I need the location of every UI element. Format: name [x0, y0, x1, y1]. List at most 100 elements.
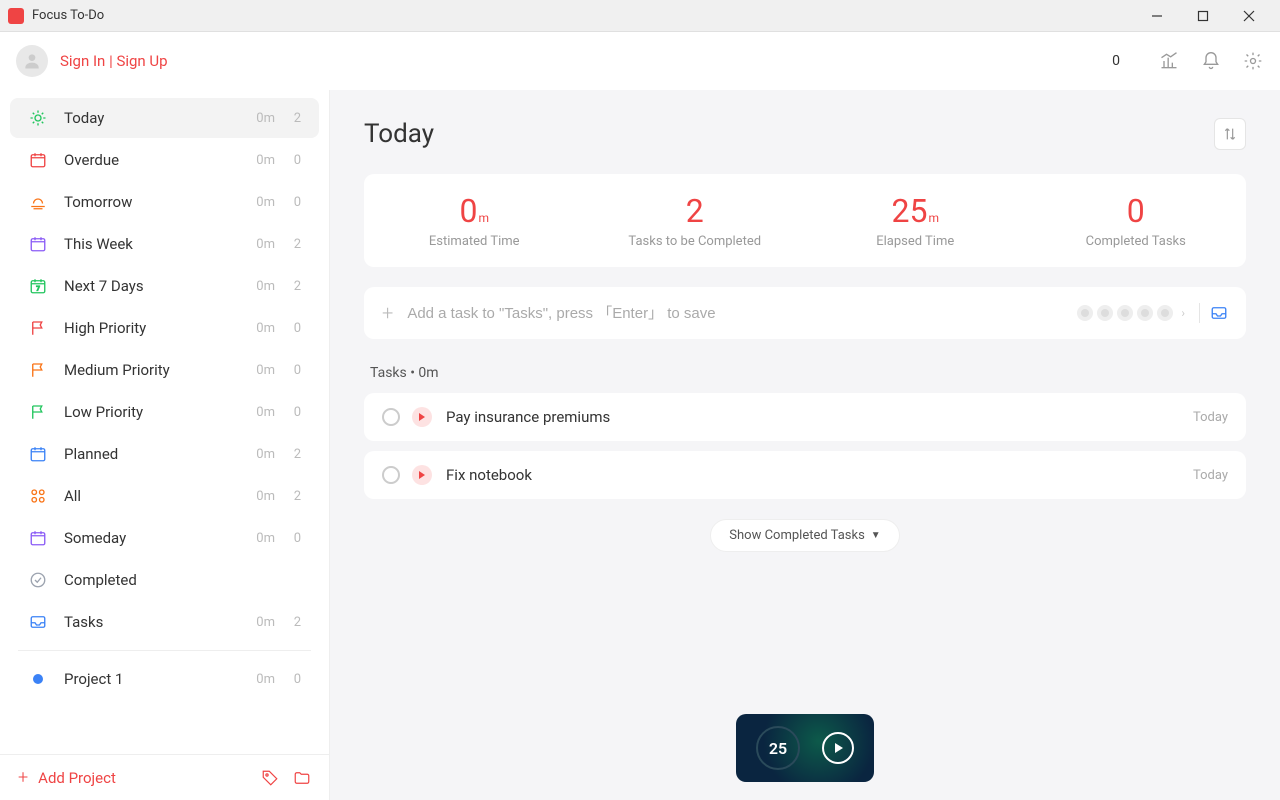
- stat-label: Tasks to be Completed: [585, 234, 806, 249]
- sidebar-item-count: 2: [287, 615, 301, 630]
- stat-tasks-to-be-completed: 2Tasks to be Completed: [585, 192, 806, 249]
- inbox-icon[interactable]: [1210, 304, 1228, 322]
- pomodoro-estimate[interactable]: ›: [1077, 305, 1189, 321]
- task-play-button[interactable]: [412, 407, 432, 427]
- app-header: Sign In | Sign Up 0: [0, 32, 1280, 90]
- maximize-button[interactable]: [1180, 0, 1226, 32]
- sidebar-item-low-priority[interactable]: Low Priority 0m 0: [10, 392, 319, 432]
- task-checkbox[interactable]: [382, 408, 400, 426]
- flag-icon: [28, 402, 48, 422]
- sidebar-item-tasks[interactable]: Tasks0m2: [10, 602, 319, 642]
- sidebar-item-completed[interactable]: Completed: [10, 560, 319, 600]
- sidebar-item-meta: 0m: [249, 363, 275, 378]
- stats-icon[interactable]: [1158, 50, 1180, 72]
- sidebar-item-label: Planned: [64, 445, 241, 463]
- sidebar-item-overdue[interactable]: Overdue 0m 0: [10, 140, 319, 180]
- sidebar-item-count: 0: [287, 531, 301, 546]
- sidebar-item-count: 0: [287, 405, 301, 420]
- gear-icon[interactable]: [1242, 50, 1264, 72]
- stat-label: Elapsed Time: [805, 234, 1026, 249]
- sidebar-item-count: 2: [287, 279, 301, 294]
- sidebar-item-meta: 0m: [249, 447, 275, 462]
- sidebar-item-count: 0: [287, 321, 301, 336]
- stat-value: 25m: [805, 192, 1026, 230]
- sidebar-item-high-priority[interactable]: High Priority0m0: [10, 308, 319, 348]
- sidebar-item-count: 0: [287, 153, 301, 168]
- sidebar-item-today[interactable]: Today0m2: [10, 98, 319, 138]
- sidebar-item-count: 2: [287, 237, 301, 252]
- task-name: Fix notebook: [446, 466, 1193, 484]
- sidebar-item-label: Today: [64, 109, 241, 127]
- task-checkbox[interactable]: [382, 466, 400, 484]
- sidebar-item-medium-priority[interactable]: Medium Priority0m0: [10, 350, 319, 390]
- stat-value: 0: [1026, 192, 1247, 230]
- sidebar-item-label: All: [64, 487, 241, 505]
- sidebar-item-meta: 0m: [249, 615, 275, 630]
- add-project-button[interactable]: + Add Project: [18, 767, 116, 788]
- calendar-icon: [28, 528, 48, 548]
- sidebar-item-all[interactable]: All0m2: [10, 476, 319, 516]
- folder-icon[interactable]: [293, 769, 311, 787]
- sidebar-item-meta: 0m: [249, 153, 275, 168]
- avatar[interactable]: [16, 45, 48, 77]
- signin-link[interactable]: Sign In | Sign Up: [60, 52, 168, 70]
- sort-button[interactable]: [1214, 118, 1246, 150]
- task-row[interactable]: Pay insurance premiumsToday: [364, 393, 1246, 441]
- stat-label: Completed Tasks: [1026, 234, 1247, 249]
- sidebar-item-meta: 0m: [249, 321, 275, 336]
- sidebar-item-meta: 0m: [249, 237, 275, 252]
- sidebar-item-label: Completed: [64, 571, 301, 589]
- sidebar: Today0m2Overdue0m0Tomorrow0m0This Week0m…: [0, 90, 330, 800]
- minimize-button[interactable]: [1134, 0, 1180, 32]
- header-count: 0: [1112, 53, 1120, 69]
- sidebar-item-meta: 0m: [249, 195, 275, 210]
- window-title: Focus To-Do: [32, 8, 104, 23]
- app-icon: [8, 8, 24, 24]
- sidebar-item-this-week[interactable]: This Week0m2: [10, 224, 319, 264]
- sidebar-project[interactable]: Project 10m0: [10, 659, 319, 699]
- add-task-input[interactable]: [407, 305, 1067, 322]
- sidebar-item-label: Next 7 Days: [64, 277, 241, 295]
- timer-play-button[interactable]: [822, 732, 854, 764]
- bell-icon[interactable]: [1200, 50, 1222, 72]
- sidebar-item-meta: 0m: [249, 531, 275, 546]
- flag-icon: [28, 318, 48, 338]
- sidebar-item-label: Medium Priority: [64, 361, 241, 379]
- sidebar-item-planned[interactable]: Planned0m2: [10, 434, 319, 474]
- stat-completed-tasks: 0 Completed Tasks: [1026, 192, 1247, 249]
- caret-down-icon: ▼: [871, 530, 881, 541]
- sidebar-item-label: Low Priority: [64, 403, 241, 421]
- close-button[interactable]: [1226, 0, 1272, 32]
- sidebar-item-count: 2: [287, 111, 301, 126]
- section-title: Tasks • 0m: [364, 365, 1246, 381]
- calendar-icon: [28, 150, 48, 170]
- calendar-icon: [28, 444, 48, 464]
- chevron-right-icon: ›: [1181, 306, 1185, 320]
- task-row[interactable]: Fix notebookToday: [364, 451, 1246, 499]
- show-completed-button[interactable]: Show Completed Tasks ▼: [710, 519, 899, 552]
- calendar7-icon: 7: [28, 276, 48, 296]
- inbox-icon: [28, 612, 48, 632]
- sidebar-item-next-7-days[interactable]: 7Next 7 Days0m2: [10, 266, 319, 306]
- stat-elapsed-time: 25m Elapsed Time: [805, 192, 1026, 249]
- sidebar-item-label: Someday: [64, 529, 241, 547]
- plus-icon: +: [382, 301, 393, 325]
- sidebar-item-meta: 0m: [249, 405, 275, 420]
- timer-widget[interactable]: 25: [736, 714, 874, 782]
- stat-estimated-time: 0mEstimated Time: [364, 192, 585, 249]
- sidebar-item-meta: 0m: [249, 672, 275, 687]
- sunset-icon: [28, 192, 48, 212]
- flag-icon: [28, 360, 48, 380]
- stat-label: Estimated Time: [364, 234, 585, 249]
- sidebar-item-tomorrow[interactable]: Tomorrow0m0: [10, 182, 319, 222]
- main-panel: Today 0mEstimated Time2Tasks to be Compl…: [330, 90, 1280, 800]
- tag-icon[interactable]: [261, 769, 279, 787]
- sidebar-item-someday[interactable]: Someday 0m 0: [10, 518, 319, 558]
- stats-card: 0mEstimated Time2Tasks to be Completed25…: [364, 174, 1246, 267]
- project-dot-icon: [28, 669, 48, 689]
- sidebar-item-label: Overdue: [64, 151, 241, 169]
- task-play-button[interactable]: [412, 465, 432, 485]
- sidebar-item-count: 2: [287, 489, 301, 504]
- sidebar-item-count: 0: [287, 672, 301, 687]
- page-title: Today: [364, 119, 434, 149]
